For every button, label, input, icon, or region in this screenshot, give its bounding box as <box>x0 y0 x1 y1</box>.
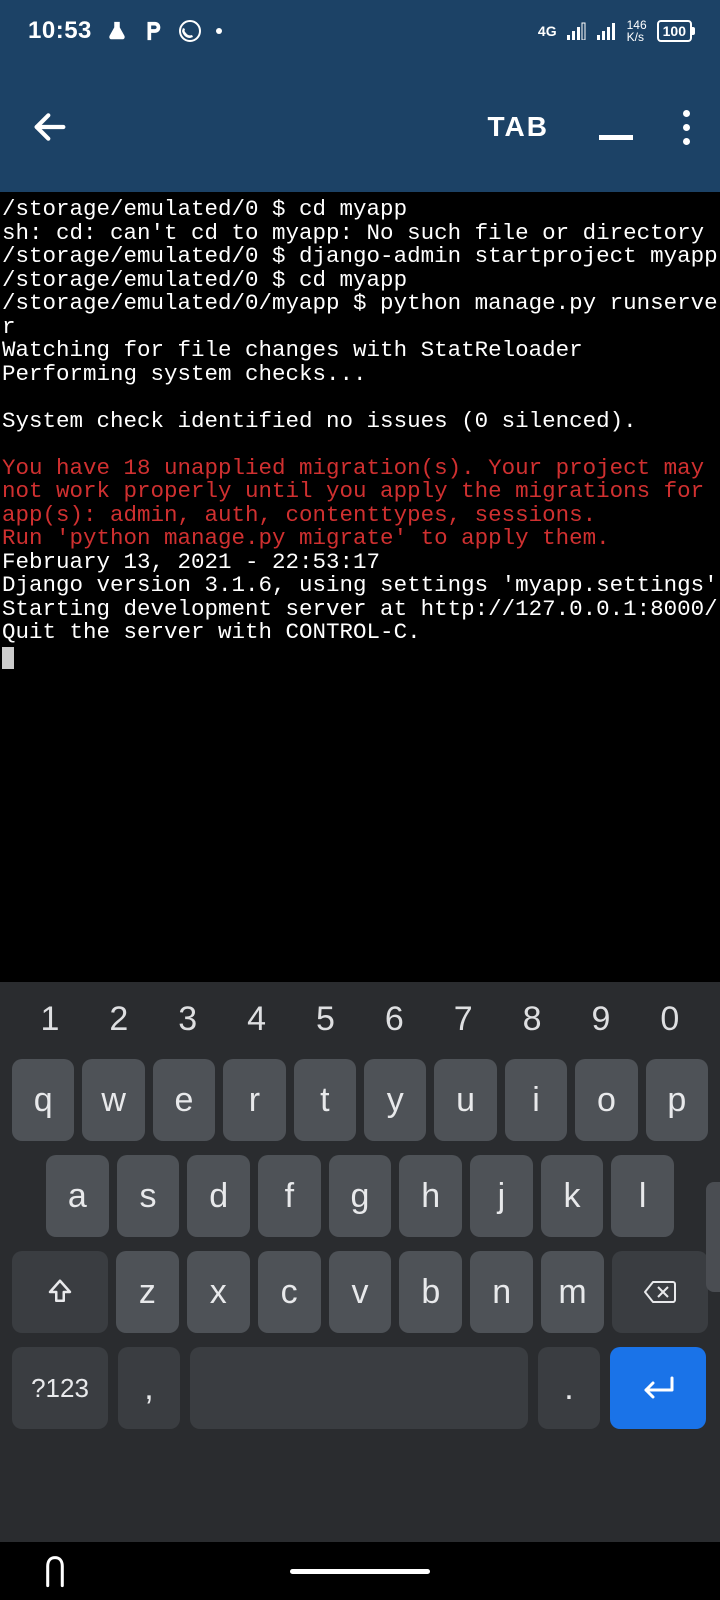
key-s[interactable]: s <box>117 1155 180 1237</box>
key-z[interactable]: z <box>116 1251 179 1333</box>
network-type: 4G <box>538 24 557 38</box>
signal-icon <box>567 22 587 40</box>
key-9[interactable]: 9 <box>571 994 631 1045</box>
period-key[interactable]: . <box>538 1347 600 1429</box>
key-q[interactable]: q <box>12 1059 74 1141</box>
terminal-line: You have 18 unapplied migration(s). Your… <box>2 457 720 528</box>
key-x[interactable]: x <box>187 1251 250 1333</box>
terminal-line: /storage/emulated/0 $ cd myapp <box>2 269 720 293</box>
keyboard-row-bottom: ?123 , . <box>6 1347 714 1429</box>
terminal-line: Django version 3.1.6, using settings 'my… <box>2 574 720 598</box>
key-i[interactable]: i <box>505 1059 567 1141</box>
enter-key[interactable] <box>610 1347 706 1429</box>
key-6[interactable]: 6 <box>364 994 424 1045</box>
terminal-line <box>2 386 720 410</box>
key-a[interactable]: a <box>46 1155 109 1237</box>
keyboard-edge-handle[interactable] <box>706 1182 720 1292</box>
status-bar: 10:53 4G 146 K/s 100 <box>0 0 720 62</box>
key-0[interactable]: 0 <box>640 994 700 1045</box>
key-b[interactable]: b <box>399 1251 462 1333</box>
whatsapp-icon <box>178 19 202 43</box>
notification-dot-icon <box>216 28 222 34</box>
status-time: 10:53 <box>28 17 92 45</box>
symbols-key[interactable]: ?123 <box>12 1347 108 1429</box>
key-h[interactable]: h <box>399 1155 462 1237</box>
terminal-line: /storage/emulated/0/myapp $ python manag… <box>2 292 720 339</box>
net-speed-unit: K/s <box>627 31 647 43</box>
key-l[interactable]: l <box>611 1155 674 1237</box>
comma-key[interactable]: , <box>118 1347 180 1429</box>
key-k[interactable]: k <box>541 1155 604 1237</box>
terminal-line: February 13, 2021 - 22:53:17 <box>2 551 720 575</box>
net-speed: 146 K/s <box>627 19 647 43</box>
key-f[interactable]: f <box>258 1155 321 1237</box>
key-e[interactable]: e <box>153 1059 215 1141</box>
recent-apps-button[interactable] <box>40 1554 70 1588</box>
terminal-cursor <box>2 647 14 669</box>
key-4[interactable]: 4 <box>227 994 287 1045</box>
terminal-line: /storage/emulated/0 $ cd myapp <box>2 198 720 222</box>
parking-icon <box>142 19 164 43</box>
status-right: 4G 146 K/s 100 <box>538 19 692 43</box>
key-o[interactable]: o <box>575 1059 637 1141</box>
tab-button[interactable]: TAB <box>488 111 549 143</box>
home-gesture-bar[interactable] <box>290 1569 430 1574</box>
space-key[interactable] <box>190 1347 528 1429</box>
terminal-line: Watching for file changes with StatReloa… <box>2 339 720 363</box>
shift-key[interactable] <box>12 1251 108 1333</box>
key-t[interactable]: t <box>294 1059 356 1141</box>
keyboard-number-row: 1234567890 <box>6 994 714 1045</box>
key-n[interactable]: n <box>470 1251 533 1333</box>
terminal-line: System check identified no issues (0 sil… <box>2 410 720 434</box>
backspace-key[interactable] <box>612 1251 708 1333</box>
terminal-line: sh: cd: can't cd to myapp: No such file … <box>2 222 720 246</box>
key-r[interactable]: r <box>223 1059 285 1141</box>
keyboard-row-2: asdfghjkl <box>6 1155 714 1237</box>
key-3[interactable]: 3 <box>158 994 218 1045</box>
terminal-output[interactable]: /storage/emulated/0 $ cd myappsh: cd: ca… <box>0 192 720 982</box>
soft-keyboard: 1234567890 qwertyuiop asdfghjkl zxcvbnm … <box>0 982 720 1542</box>
key-j[interactable]: j <box>470 1155 533 1237</box>
key-p[interactable]: p <box>646 1059 708 1141</box>
signal-icon <box>597 22 617 40</box>
key-d[interactable]: d <box>187 1155 250 1237</box>
flask-icon <box>106 20 128 42</box>
terminal-line: Run 'python manage.py migrate' to apply … <box>2 527 720 551</box>
keyboard-row-3: zxcvbnm <box>6 1251 714 1333</box>
key-w[interactable]: w <box>82 1059 144 1141</box>
terminal-line <box>2 433 720 457</box>
key-c[interactable]: c <box>258 1251 321 1333</box>
key-5[interactable]: 5 <box>296 994 356 1045</box>
key-u[interactable]: u <box>434 1059 496 1141</box>
terminal-line: Starting development server at http://12… <box>2 598 720 622</box>
status-left: 10:53 <box>28 17 222 45</box>
key-1[interactable]: 1 <box>20 994 80 1045</box>
battery-indicator: 100 <box>657 20 692 42</box>
system-nav-bar <box>0 1542 720 1600</box>
terminal-line: Quit the server with CONTROL-C. <box>2 621 720 645</box>
more-options-button[interactable] <box>683 110 690 145</box>
key-2[interactable]: 2 <box>89 994 149 1045</box>
terminal-line: Performing system checks... <box>2 363 720 387</box>
key-m[interactable]: m <box>541 1251 604 1333</box>
key-y[interactable]: y <box>364 1059 426 1141</box>
back-button[interactable] <box>30 107 70 147</box>
terminal-line: /storage/emulated/0 $ django-admin start… <box>2 245 720 269</box>
key-7[interactable]: 7 <box>433 994 493 1045</box>
key-8[interactable]: 8 <box>502 994 562 1045</box>
minimize-button[interactable] <box>599 135 633 140</box>
key-v[interactable]: v <box>329 1251 392 1333</box>
key-g[interactable]: g <box>329 1155 392 1237</box>
keyboard-row-1: qwertyuiop <box>6 1059 714 1141</box>
app-bar: TAB <box>0 62 720 192</box>
